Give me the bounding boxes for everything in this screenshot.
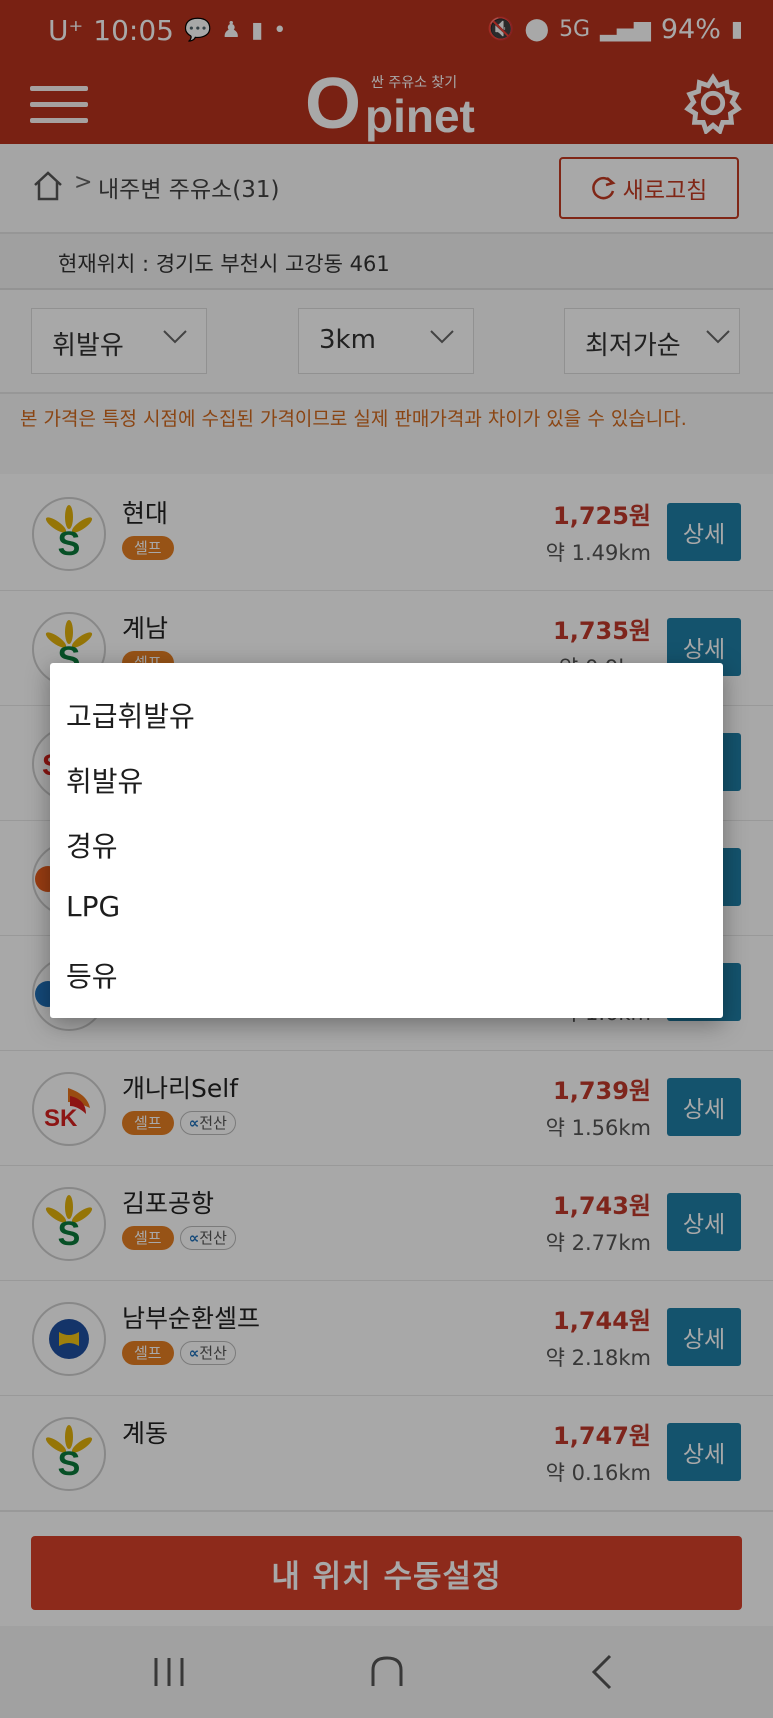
fuel-option-premium-gasoline[interactable]: 고급휘발유: [66, 695, 195, 735]
fuel-option-gasoline[interactable]: 휘발유: [66, 760, 143, 800]
fuel-option-kerosene[interactable]: 등유: [66, 955, 118, 995]
fuel-type-dialog: 고급휘발유 휘발유 경유 LPG 등유: [50, 663, 723, 1018]
fuel-option-diesel[interactable]: 경유: [66, 825, 118, 865]
fuel-option-lpg[interactable]: LPG: [66, 890, 120, 923]
